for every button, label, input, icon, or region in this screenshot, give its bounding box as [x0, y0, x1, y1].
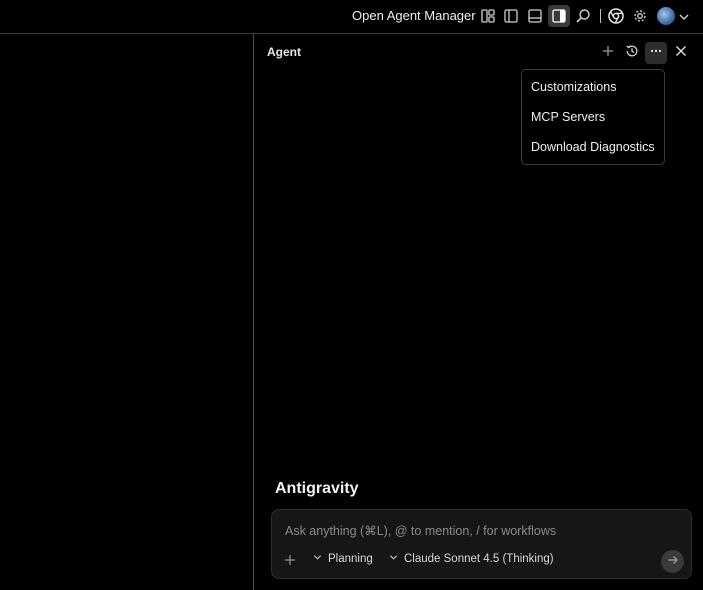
search-icon[interactable] — [572, 5, 594, 27]
close-icon — [675, 44, 687, 62]
editor-area — [0, 34, 253, 590]
chat-composer: Planning Claude Sonnet 4.5 (Thinking) — [271, 509, 692, 579]
plus-icon — [602, 44, 614, 62]
gear-icon[interactable] — [629, 5, 651, 27]
chevron-down-icon — [313, 553, 322, 565]
menu-item-customizations[interactable]: Customizations — [531, 80, 616, 94]
add-context-icon[interactable] — [284, 553, 298, 567]
sidebar-left-icon[interactable] — [500, 5, 522, 27]
menu-item-mcp-servers[interactable]: MCP Servers — [531, 110, 605, 124]
avatar[interactable] — [657, 7, 675, 25]
chat-input[interactable] — [285, 522, 675, 540]
close-panel-button[interactable] — [670, 42, 692, 64]
sidebar-right-icon[interactable] — [548, 5, 570, 27]
layout-icon[interactable] — [477, 5, 499, 27]
chrome-icon[interactable] — [605, 5, 627, 27]
more-icon — [649, 44, 663, 63]
brand-title: Antigravity — [275, 480, 359, 497]
more-options-menu: Customizations MCP Servers Download Diag… — [521, 69, 665, 165]
mode-label: Planning — [328, 553, 373, 565]
arrow-right-icon — [667, 553, 679, 571]
model-label: Claude Sonnet 4.5 (Thinking) — [404, 553, 554, 565]
send-button[interactable] — [661, 550, 684, 573]
toolbar-separator — [600, 9, 601, 23]
open-agent-manager-button[interactable]: Open Agent Manager — [352, 8, 476, 23]
more-options-button[interactable] — [645, 42, 667, 64]
new-chat-button[interactable] — [597, 42, 619, 64]
mode-dropdown[interactable]: Planning — [313, 553, 373, 565]
model-dropdown[interactable]: Claude Sonnet 4.5 (Thinking) — [389, 553, 554, 565]
agent-panel-title: Agent — [267, 45, 301, 59]
menu-item-download-diagnostics[interactable]: Download Diagnostics — [531, 140, 655, 154]
panel-bottom-icon[interactable] — [524, 5, 546, 27]
title-bar: Open Agent Manager — [0, 0, 703, 34]
history-button[interactable] — [621, 42, 643, 64]
chevron-down-icon — [389, 553, 398, 565]
chevron-down-icon[interactable] — [678, 10, 690, 28]
history-icon — [625, 44, 639, 63]
